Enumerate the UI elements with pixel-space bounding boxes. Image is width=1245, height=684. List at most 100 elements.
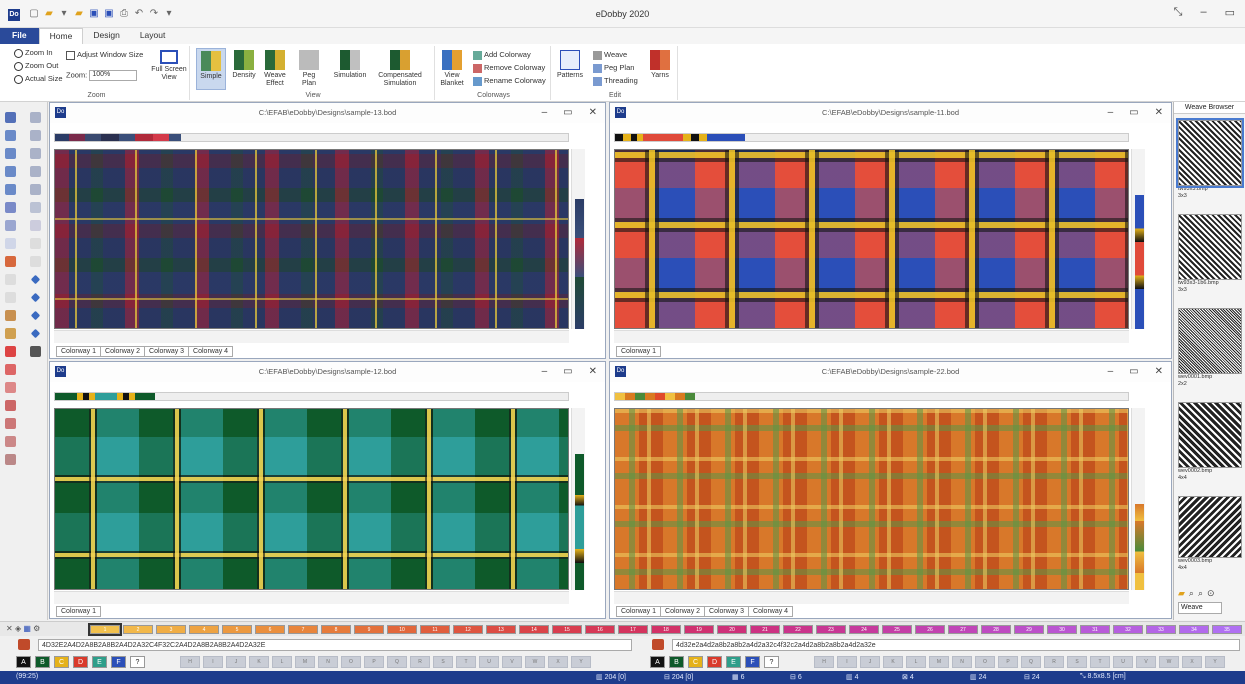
restore-icon[interactable]: ⤡	[1174, 6, 1183, 19]
yarn-cell[interactable]: ?	[764, 656, 779, 668]
colorway-tab-4[interactable]: Colorway 4	[748, 606, 794, 617]
weft-color-strip[interactable]	[1135, 504, 1144, 590]
filter-icon[interactable]: ⊙	[1207, 588, 1215, 599]
folder-icon[interactable]: ▰	[1178, 588, 1185, 599]
colorway-tab-3[interactable]: Colorway 3	[144, 346, 190, 357]
palette-color-31[interactable]: 31	[1080, 625, 1110, 634]
yarn-cell[interactable]: F	[745, 656, 760, 668]
palette-color-18[interactable]: 18	[651, 625, 681, 634]
palette-color-35[interactable]: 35	[1212, 625, 1242, 634]
maximize-icon[interactable]: ▭	[1225, 6, 1235, 19]
warp-code-input[interactable]: 4D32E2A4D2A8B2A8B2A4D2A32C4F32C2A4D2A8B2…	[38, 639, 632, 651]
search-icon[interactable]: ⌕	[1189, 588, 1194, 599]
horizontal-scrollbar[interactable]	[54, 591, 569, 604]
warp-color-strip[interactable]	[54, 392, 569, 401]
actual-size-button[interactable]: Actual Size	[14, 74, 63, 84]
grid-tool-5-icon[interactable]	[30, 184, 41, 195]
empty-yarn-cell[interactable]: Y	[571, 656, 591, 668]
empty-yarn-cell[interactable]: M	[929, 656, 949, 668]
density-view-button[interactable]: Density	[230, 50, 258, 80]
colorway-tab-1[interactable]: Colorway 1	[616, 606, 662, 617]
fill-tool-icon[interactable]	[5, 184, 16, 195]
palette-color-11[interactable]: 11	[420, 625, 450, 634]
palette-color-25[interactable]: 25	[882, 625, 912, 634]
grid-tool-4-icon[interactable]	[30, 166, 41, 177]
grid-tool-1-icon[interactable]	[30, 112, 41, 123]
colorway-tab-2[interactable]: Colorway 2	[100, 346, 146, 357]
adjust-window-button[interactable]: Adjust Window Size	[66, 50, 143, 60]
yarn-cell[interactable]: D	[707, 656, 722, 668]
palette-color-20[interactable]: 20	[717, 625, 747, 634]
diamond-tool-4-icon[interactable]	[30, 328, 41, 339]
palette-color-21[interactable]: 21	[750, 625, 780, 634]
add-colorway-button[interactable]: Add Colorway	[473, 50, 531, 60]
empty-yarn-cell[interactable]: Y	[1205, 656, 1225, 668]
colorway-tab-2[interactable]: Colorway 2	[660, 606, 706, 617]
zoom-icon[interactable]: ⌕	[1198, 588, 1203, 599]
empty-yarn-cell[interactable]: V	[502, 656, 522, 668]
empty-yarn-cell[interactable]: J	[226, 656, 246, 668]
empty-yarn-cell[interactable]: W	[525, 656, 545, 668]
view-blanket-button[interactable]: View Blanket	[439, 50, 465, 88]
rename-colorway-button[interactable]: Rename Colorway	[473, 76, 546, 86]
empty-yarn-cell[interactable]: R	[1044, 656, 1064, 668]
line-tool-icon[interactable]	[5, 148, 16, 159]
rect-tool-icon[interactable]	[5, 238, 16, 249]
horizontal-scrollbar[interactable]	[614, 330, 1129, 343]
palette-color-28[interactable]: 28	[981, 625, 1011, 634]
empty-yarn-cell[interactable]: Q	[387, 656, 407, 668]
brush-tool-icon[interactable]	[5, 166, 16, 177]
close-palette-icon[interactable]: ✕	[6, 624, 13, 633]
plaid-preview-sample-13[interactable]	[54, 149, 569, 329]
weft-color-strip[interactable]	[575, 454, 584, 590]
compensated-simulation-button[interactable]: Compensated Simulation	[374, 50, 426, 88]
colorway-tab-1[interactable]: Colorway 1	[56, 346, 102, 357]
weave-item[interactable]: wev0003.bmp 4x4	[1178, 496, 1242, 572]
plaid-preview-sample-12[interactable]	[54, 408, 569, 590]
weft-color-strip[interactable]	[575, 199, 584, 329]
weave-effect-button[interactable]: Weave Effect	[260, 50, 290, 88]
empty-yarn-cell[interactable]: R	[410, 656, 430, 668]
yarn-cell[interactable]: A	[16, 656, 31, 668]
doc-minimize-icon[interactable]: –	[1108, 103, 1114, 123]
empty-yarn-cell[interactable]: V	[1136, 656, 1156, 668]
palette-color-7[interactable]: 7	[288, 625, 318, 634]
palette-color-16[interactable]: 16	[585, 625, 615, 634]
pencil-tool-icon[interactable]	[5, 130, 16, 141]
plaid-preview-sample-11[interactable]	[614, 149, 1129, 329]
stripe-tool-icon[interactable]	[5, 328, 16, 339]
weave-edit-button[interactable]: Weave	[593, 50, 627, 60]
weft-color-strip[interactable]	[1135, 195, 1144, 329]
palette-icon[interactable]: ◈	[15, 624, 21, 633]
empty-yarn-cell[interactable]: J	[860, 656, 880, 668]
empty-yarn-cell[interactable]: X	[548, 656, 568, 668]
grid-tool-7-icon[interactable]	[30, 220, 41, 231]
palette-color-4[interactable]: 4	[189, 625, 219, 634]
threading-edit-button[interactable]: Threading	[593, 76, 638, 86]
tab-file[interactable]: File	[0, 28, 39, 44]
empty-yarn-cell[interactable]: I	[203, 656, 223, 668]
yarn-cell[interactable]: ?	[130, 656, 145, 668]
minimize-icon[interactable]: –	[1200, 6, 1206, 19]
palette-color-6[interactable]: 6	[255, 625, 285, 634]
colorway-tab-1[interactable]: Colorway 1	[56, 606, 102, 617]
patterns-button[interactable]: Patterns	[555, 50, 585, 80]
empty-yarn-cell[interactable]: L	[906, 656, 926, 668]
palette-color-30[interactable]: 30	[1047, 625, 1077, 634]
simulation-button[interactable]: Simulation	[332, 50, 368, 80]
colorway-tab-1[interactable]: Colorway 1	[616, 346, 662, 357]
color-tool-6-icon[interactable]	[5, 436, 16, 447]
palette-color-24[interactable]: 24	[849, 625, 879, 634]
eraser-tool-icon[interactable]	[5, 220, 16, 231]
empty-yarn-cell[interactable]: S	[433, 656, 453, 668]
empty-yarn-cell[interactable]: S	[1067, 656, 1087, 668]
palette-color-26[interactable]: 26	[915, 625, 945, 634]
palette-color-22[interactable]: 22	[783, 625, 813, 634]
empty-yarn-cell[interactable]: Q	[1021, 656, 1041, 668]
image-tool-icon[interactable]	[30, 346, 41, 357]
yarn-cell[interactable]: A	[650, 656, 665, 668]
color-tool-7-icon[interactable]	[5, 454, 16, 465]
yarn-cell[interactable]: D	[73, 656, 88, 668]
move-tool-icon[interactable]	[5, 292, 16, 303]
palette-color-9[interactable]: 9	[354, 625, 384, 634]
